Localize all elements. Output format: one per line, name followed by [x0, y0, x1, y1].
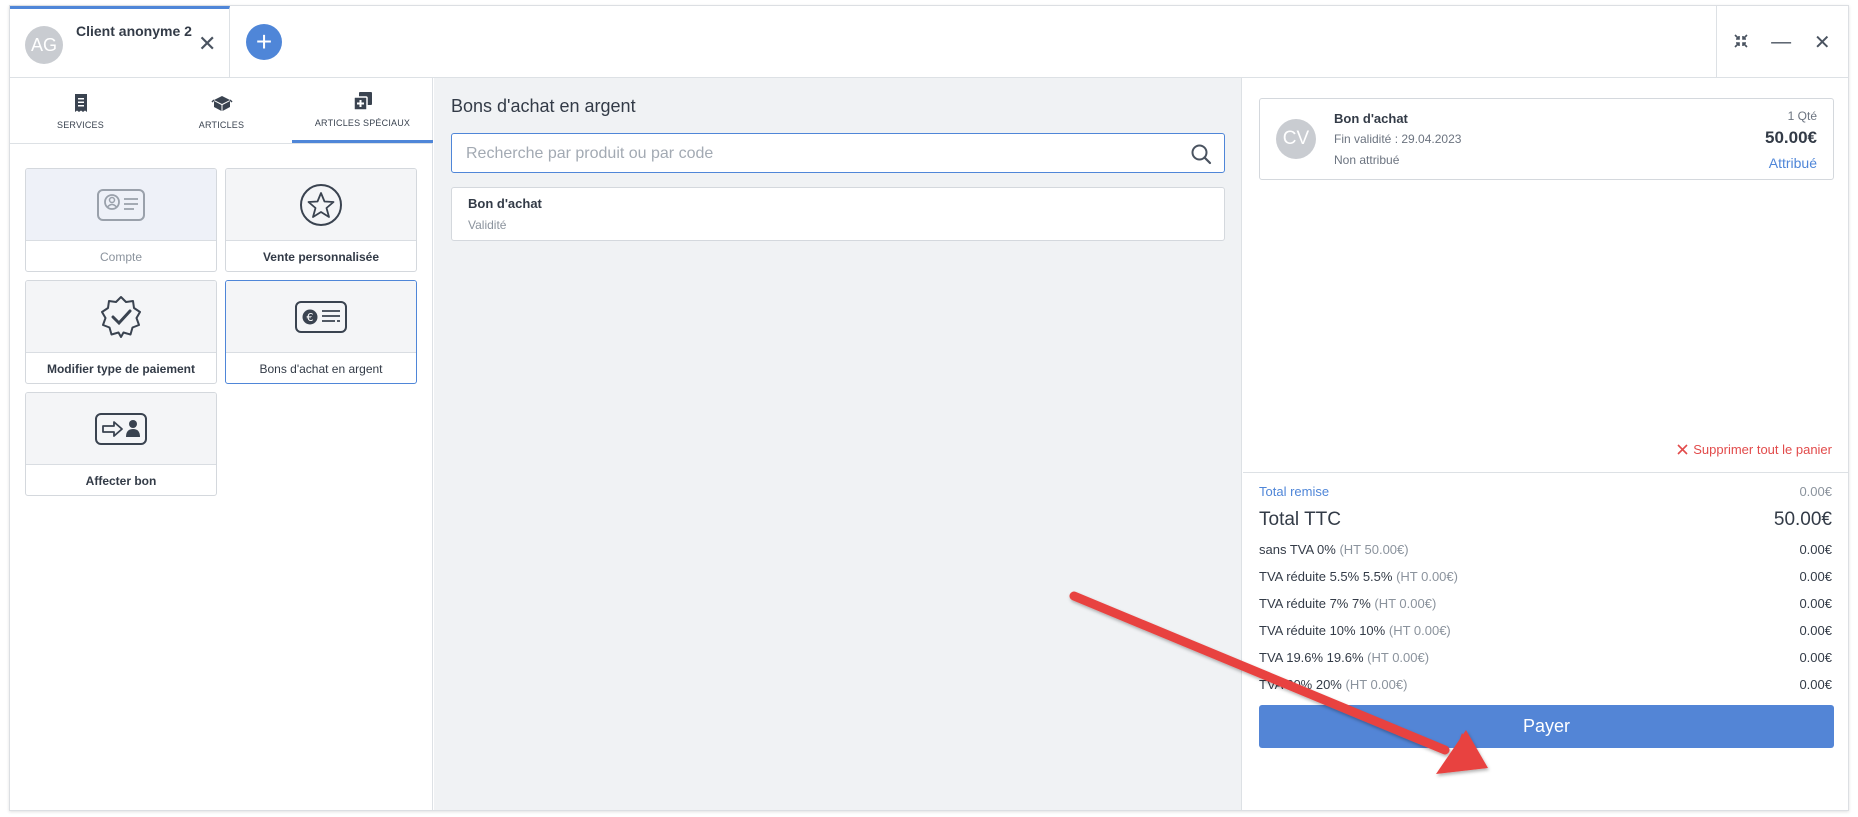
- client-tab[interactable]: AG Client anonyme 2 ✕: [10, 6, 230, 78]
- tax-row: TVA réduite 7% 7% (HT 0.00€) 0.00€: [1259, 596, 1832, 611]
- tax-row: TVA réduite 10% 10% (HT 0.00€) 0.00€: [1259, 623, 1832, 638]
- clear-cart-button[interactable]: Supprimer tout le panier: [1677, 442, 1832, 457]
- cart-item-validity: Fin validité : 29.04.2023: [1334, 132, 1462, 146]
- tile-vente-personnalisee[interactable]: Vente personnalisée: [225, 168, 417, 272]
- top-bar: AG Client anonyme 2 ✕ + — ✕: [10, 6, 1848, 78]
- cart-item-name: Bon d'achat: [1334, 111, 1408, 126]
- tab-label: ARTICLES: [198, 119, 245, 130]
- shrink-icon[interactable]: [1734, 31, 1748, 54]
- total-ttc-row: Total TTC 50.00€: [1259, 509, 1832, 531]
- tile-label: Modifier type de paiement: [46, 361, 196, 376]
- search-icon[interactable]: [1190, 143, 1212, 165]
- cart-item-price: 50.00€: [1765, 128, 1817, 147]
- tile-bons-achat-argent[interactable]: € Bons d'achat en argent: [225, 280, 417, 384]
- tile-modifier-type-paiement[interactable]: Modifier type de paiement: [25, 280, 217, 384]
- divider: [1243, 472, 1848, 473]
- tax-value: 0.00€: [1799, 569, 1832, 584]
- assign-voucher-icon: [95, 412, 147, 445]
- total-remise-value: 0.00€: [1799, 484, 1832, 499]
- cart-item-quantity: 1 Qté: [1787, 109, 1817, 123]
- cart-item-status: Non attribué: [1334, 153, 1400, 167]
- client-avatar: AG: [25, 26, 63, 64]
- tile-label: Affecter bon: [85, 473, 157, 488]
- check-badge-icon: [101, 295, 141, 338]
- pos-window: AG Client anonyme 2 ✕ + — ✕ SERVICES ART…: [9, 5, 1849, 811]
- tile-label: Compte: [99, 249, 143, 264]
- tax-value: 0.00€: [1799, 677, 1832, 692]
- tax-value: 0.00€: [1799, 542, 1832, 557]
- tax-value: 0.00€: [1799, 596, 1832, 611]
- product-panel: Bons d'achat en argent Bon d'achat Valid…: [434, 78, 1242, 810]
- product-name: Bon d'achat: [468, 196, 542, 211]
- tax-label: TVA réduite 5.5% 5.5%: [1259, 569, 1393, 584]
- close-window-icon[interactable]: ✕: [1814, 30, 1831, 55]
- window-controls: — ✕: [1716, 6, 1848, 78]
- tax-row: sans TVA 0% (HT 50.00€) 0.00€: [1259, 542, 1832, 557]
- tab-articles[interactable]: ARTICLES: [151, 78, 292, 143]
- tax-ht: (HT 0.00€): [1345, 677, 1408, 692]
- special-box-icon: [352, 92, 372, 111]
- total-remise-label[interactable]: Total remise: [1259, 484, 1329, 499]
- tax-row: TVA réduite 5.5% 5.5% (HT 0.00€) 0.00€: [1259, 569, 1832, 584]
- tax-ht: (HT 0.00€): [1374, 596, 1437, 611]
- product-item[interactable]: Bon d'achat Validité: [451, 187, 1225, 241]
- tile-compte[interactable]: Compte: [25, 168, 217, 272]
- category-tabs: SERVICES ARTICLES ARTICLES SPÉCIAUX: [10, 78, 433, 144]
- tax-row: TVA 20% 20% (HT 0.00€) 0.00€: [1259, 677, 1832, 692]
- tax-ht: (HT 0.00€): [1396, 569, 1458, 584]
- id-card-icon: [97, 188, 145, 221]
- clear-cart-label: Supprimer tout le panier: [1693, 442, 1832, 457]
- tax-label: TVA réduite 7% 7%: [1259, 596, 1371, 611]
- tax-ht: (HT 0.00€): [1367, 650, 1430, 665]
- svg-text:€: €: [307, 311, 314, 324]
- tax-label: sans TVA 0%: [1259, 542, 1336, 557]
- tab-label: ARTICLES SPÉCIAUX: [314, 118, 411, 128]
- search-box: [451, 133, 1225, 173]
- add-client-button[interactable]: +: [246, 24, 282, 60]
- category-panel: SERVICES ARTICLES ARTICLES SPÉCIAUX Comp…: [10, 78, 433, 810]
- tab-services[interactable]: SERVICES: [10, 78, 151, 143]
- box-icon: [210, 95, 233, 111]
- tax-label: TVA 19.6% 19.6%: [1259, 650, 1364, 665]
- tax-value: 0.00€: [1799, 650, 1832, 665]
- search-input[interactable]: [466, 143, 1166, 165]
- pay-button[interactable]: Payer: [1259, 705, 1834, 748]
- tax-row: TVA 19.6% 19.6% (HT 0.00€) 0.00€: [1259, 650, 1832, 665]
- product-subtitle: Validité: [468, 218, 507, 232]
- cart-item[interactable]: CV Bon d'achat Fin validité : 29.04.2023…: [1259, 98, 1834, 180]
- tax-label: TVA 20% 20%: [1259, 677, 1342, 692]
- euro-voucher-icon: €: [295, 300, 347, 333]
- total-ttc-label: Total TTC: [1259, 509, 1342, 530]
- tab-articles-speciaux[interactable]: ARTICLES SPÉCIAUX: [292, 78, 433, 143]
- close-client-icon[interactable]: ✕: [198, 33, 216, 55]
- tab-label: SERVICES: [57, 119, 104, 130]
- cart-item-avatar: CV: [1276, 119, 1316, 159]
- star-icon: [300, 183, 342, 226]
- tile-label: Vente personnalisée: [262, 249, 380, 264]
- tile-affecter-bon[interactable]: Affecter bon: [25, 392, 217, 496]
- tax-value: 0.00€: [1799, 623, 1832, 638]
- minimize-icon[interactable]: —: [1771, 31, 1791, 54]
- client-name: Client anonyme 2: [76, 23, 192, 39]
- total-remise-row: Total remise 0.00€: [1259, 484, 1832, 499]
- panel-title: Bons d'achat en argent: [451, 96, 636, 116]
- tax-ht: (HT 0.00€): [1388, 623, 1451, 638]
- tax-label: TVA réduite 10% 10%: [1259, 623, 1386, 638]
- tile-label: Bons d'achat en argent: [259, 361, 383, 376]
- cart-panel: CV Bon d'achat Fin validité : 29.04.2023…: [1243, 78, 1848, 810]
- assign-link[interactable]: Attribué: [1769, 155, 1817, 171]
- total-ttc-value: 50.00€: [1773, 509, 1832, 530]
- tax-ht: (HT 50.00€): [1339, 542, 1409, 557]
- receipt-icon: [74, 93, 87, 112]
- close-icon: [1677, 444, 1688, 455]
